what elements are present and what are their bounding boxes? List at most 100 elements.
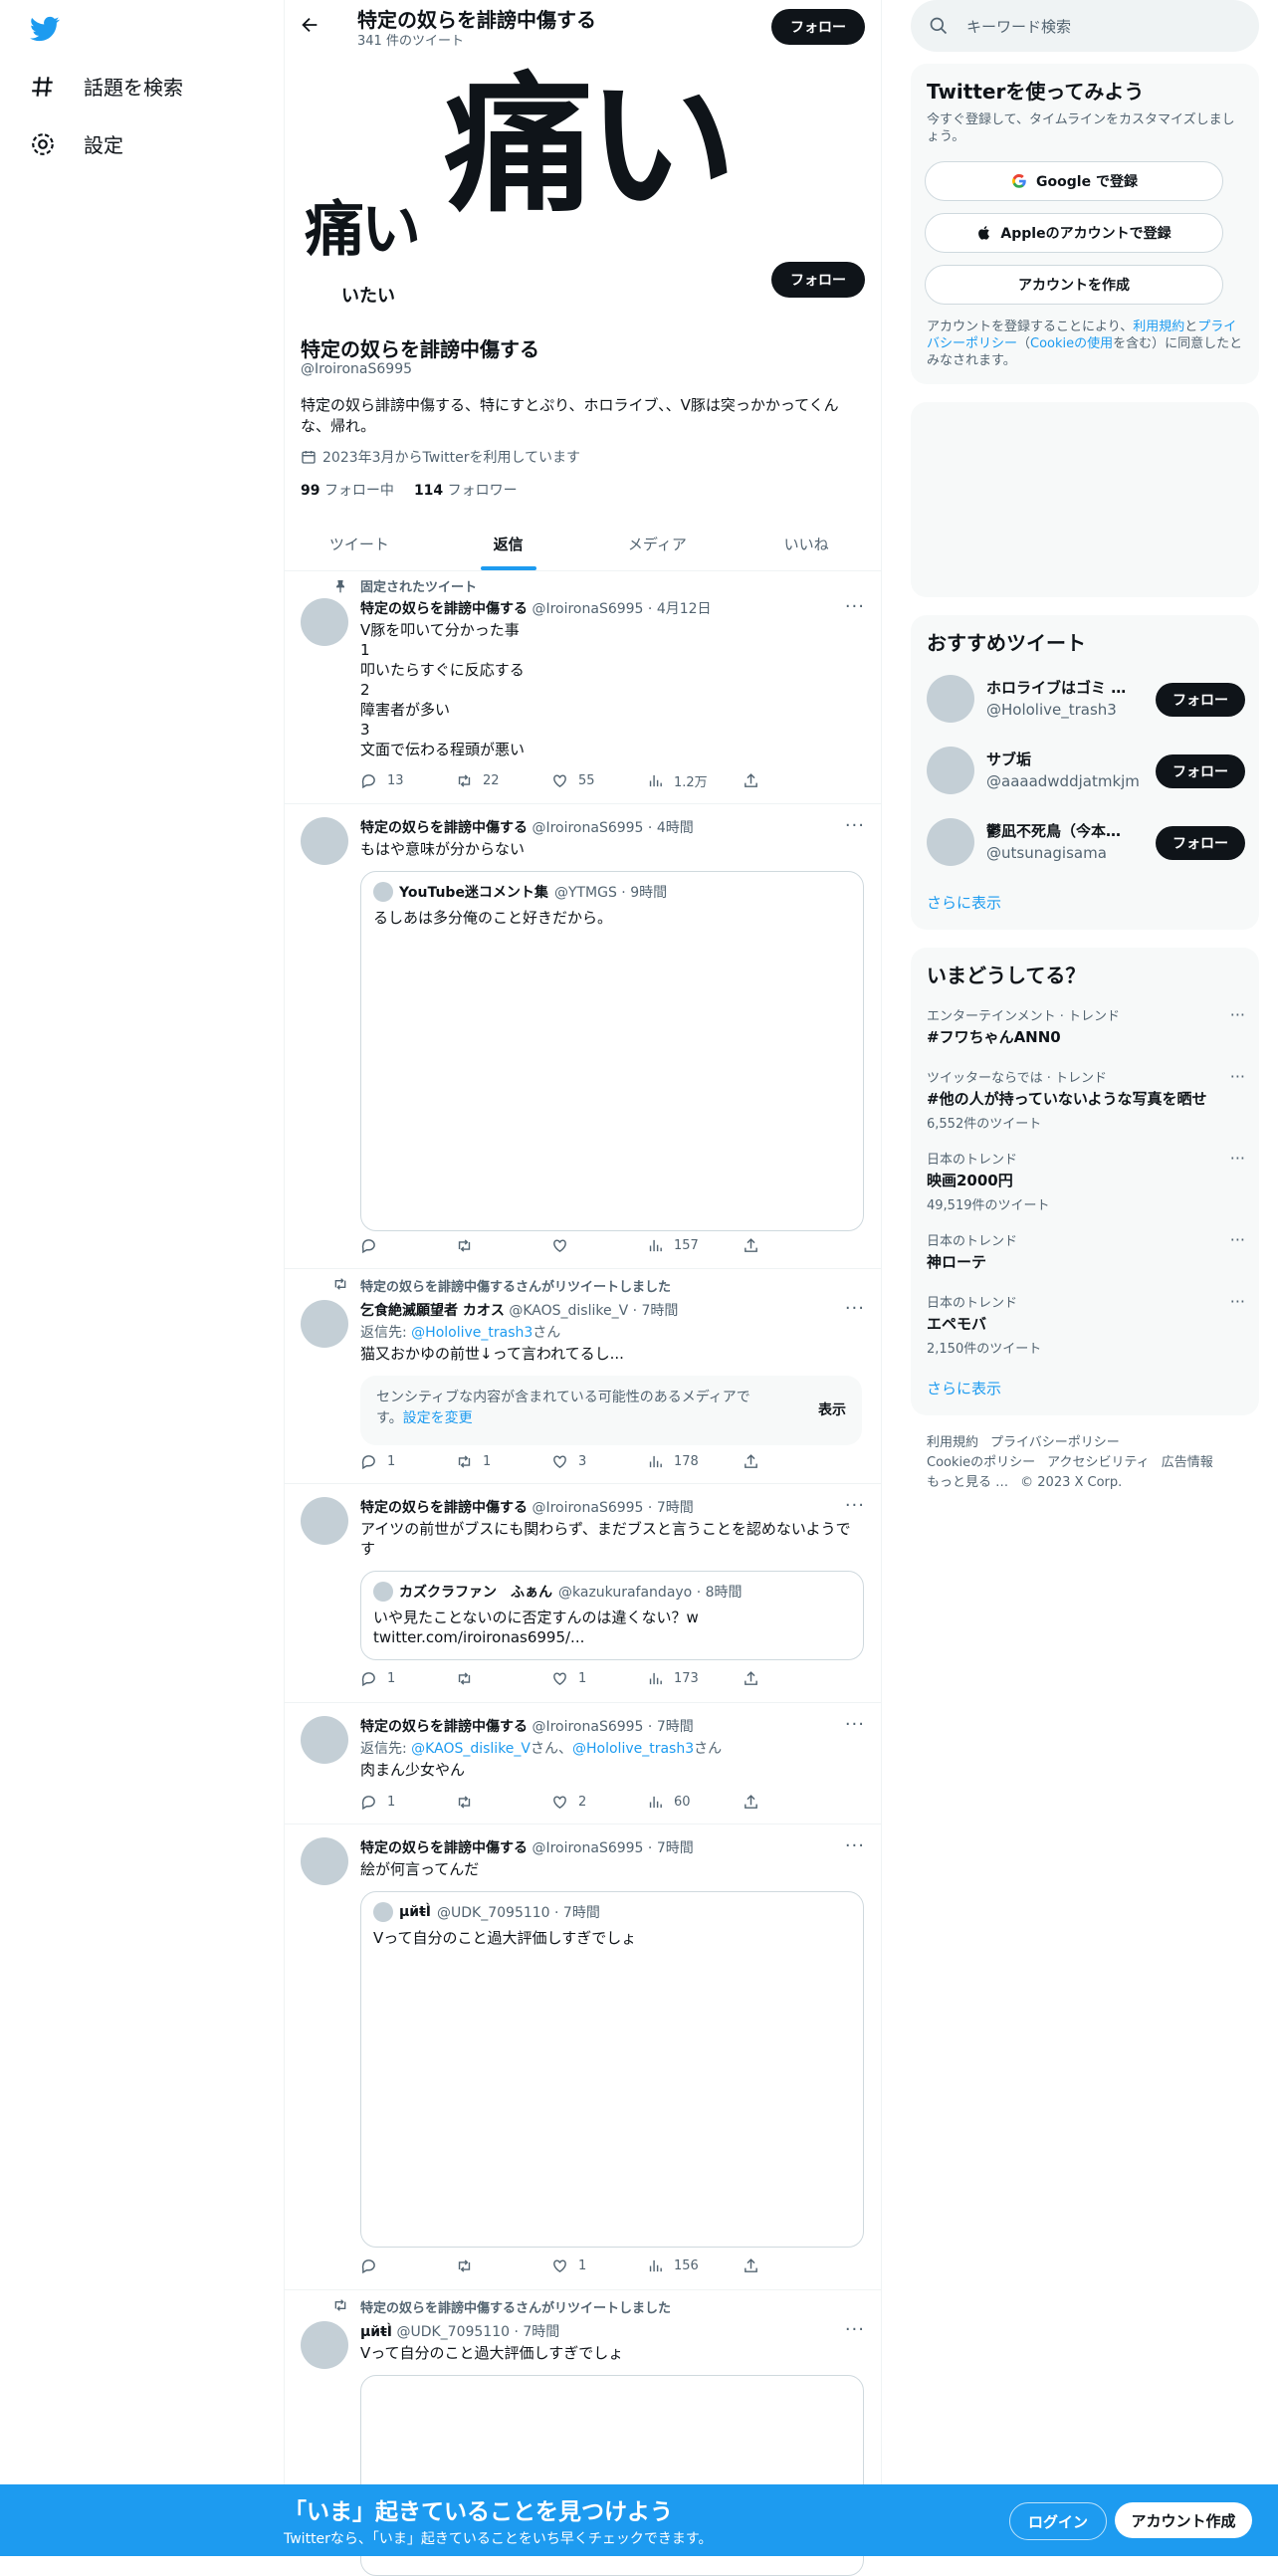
search-box[interactable]: キーワード検索: [911, 0, 1259, 52]
more-icon[interactable]: ···: [845, 596, 865, 617]
tab-likes[interactable]: いいね: [732, 518, 881, 570]
header-follow-button[interactable]: フォロー: [771, 9, 865, 45]
follow-button[interactable]: フォロー: [1156, 826, 1245, 860]
apple-signup-button[interactable]: Appleのアカウントで登録: [925, 213, 1223, 253]
more-icon[interactable]: ···: [845, 1495, 865, 1516]
tweet[interactable]: 特定の奴らを誹謗中傷する @IroironaS6995 · 7時間 ··· アイ…: [285, 1483, 881, 1703]
retweet-context[interactable]: 特定の奴らを誹謗中傷するさんがリツイートしました: [360, 1276, 671, 1295]
tweet-author[interactable]: 特定の奴らを誹謗中傷する: [360, 601, 528, 617]
show-media-button[interactable]: 表示: [818, 1399, 846, 1419]
like-button[interactable]: 1: [551, 2257, 647, 2274]
reply-button[interactable]: 1: [360, 1670, 456, 1687]
tweet[interactable]: 固定されたツイート 特定の奴らを誹謗中傷する @IroironaS6995 · …: [285, 570, 881, 804]
footer-ads[interactable]: 広告情報: [1162, 1455, 1213, 1470]
trend-item[interactable]: 日本のトレンド エペモバ 2,150件のツイート ···: [927, 1292, 1245, 1357]
share-button[interactable]: [743, 1794, 772, 1811]
share-button[interactable]: [743, 1453, 772, 1470]
tweet[interactable]: 特定の奴らを誹謗中傷する @IroironaS6995 · 7時間 ··· 返信…: [285, 1702, 881, 1825]
more-icon[interactable]: ···: [845, 815, 865, 836]
more-icon[interactable]: ···: [845, 1835, 865, 1856]
like-button[interactable]: 1: [551, 1670, 647, 1687]
profile-follow-button[interactable]: フォロー: [771, 262, 865, 298]
more-icon[interactable]: ···: [1230, 1230, 1245, 1249]
reply-button[interactable]: [360, 2257, 456, 2274]
followers-link[interactable]: 114 フォロワー: [414, 480, 518, 500]
avatar[interactable]: [301, 1497, 348, 1545]
share-button[interactable]: [743, 2257, 772, 2274]
trend-item[interactable]: 日本のトレンド 映画2000円 49,519件のツイート ···: [927, 1149, 1245, 1213]
recommended-user[interactable]: ホロライブはゴミ 3rd @Hololive_trash3 フォロー: [927, 671, 1245, 727]
show-more-link[interactable]: さらに表示: [927, 1378, 1001, 1398]
avatar[interactable]: [927, 675, 974, 723]
signup-button[interactable]: アカウント作成: [1115, 2502, 1252, 2538]
more-icon[interactable]: ···: [845, 2319, 865, 2340]
reply-button[interactable]: 13: [360, 771, 456, 790]
more-icon[interactable]: ···: [1230, 1149, 1245, 1168]
nav-settings[interactable]: 設定: [30, 129, 123, 158]
nav-explore[interactable]: 話題を検索: [30, 72, 183, 101]
retweet-context[interactable]: 特定の奴らを誹謗中傷するさんがリツイートしました: [360, 2297, 671, 2316]
avatar[interactable]: [301, 1716, 348, 1764]
footer-terms[interactable]: 利用規約: [927, 1435, 978, 1450]
tweet-author[interactable]: 特定の奴らを誹謗中傷する: [360, 1719, 528, 1735]
avatar[interactable]: [301, 2321, 348, 2369]
follow-button[interactable]: フォロー: [1156, 754, 1245, 788]
retweet-button[interactable]: [456, 1237, 551, 1254]
quoted-tweet[interactable]: YouTube迷コメント集 @YTMGS · 9時間 るしあは多分俺のこと好きだか…: [360, 871, 864, 1231]
avatar[interactable]: [301, 1300, 348, 1348]
retweet-button[interactable]: 22: [456, 771, 551, 790]
retweet-button[interactable]: 1: [456, 1453, 551, 1470]
google-signup-button[interactable]: Google で登録: [925, 161, 1223, 201]
views-button[interactable]: 157: [647, 1237, 743, 1254]
views-button[interactable]: 156: [647, 2257, 743, 2274]
tweet-author[interactable]: μйŧÌ: [360, 2324, 392, 2340]
trend-item[interactable]: ツイッターならでは · トレンド #他の人が持っていないような写真を晒せ 6,5…: [927, 1067, 1245, 1132]
like-button[interactable]: [551, 1237, 647, 1254]
tab-replies[interactable]: 返信: [434, 518, 583, 570]
footer-privacy[interactable]: プライバシーポリシー: [990, 1435, 1120, 1450]
more-icon[interactable]: ···: [1230, 1292, 1245, 1311]
share-button[interactable]: [743, 771, 772, 790]
like-button[interactable]: 3: [551, 1453, 647, 1470]
more-icon[interactable]: ···: [1230, 1005, 1245, 1024]
back-arrow-icon[interactable]: [299, 14, 320, 36]
avatar[interactable]: [301, 1837, 348, 1885]
tab-media[interactable]: メディア: [583, 518, 733, 570]
twitter-logo-icon[interactable]: [28, 14, 62, 44]
avatar[interactable]: [927, 818, 974, 866]
quoted-tweet[interactable]: カズクラファン ふぁん @kazukurafandayo · 8時間 いや見たこと…: [360, 1571, 864, 1660]
retweet-button[interactable]: [456, 2257, 551, 2274]
reply-button[interactable]: 1: [360, 1453, 456, 1470]
terms-link[interactable]: 利用規約: [1133, 320, 1184, 334]
like-button[interactable]: 55: [551, 771, 647, 790]
retweet-button[interactable]: [456, 1794, 551, 1811]
follow-button[interactable]: フォロー: [1156, 683, 1245, 717]
following-link[interactable]: 99 フォロー中: [301, 480, 394, 500]
reply-button[interactable]: 1: [360, 1794, 456, 1811]
avatar[interactable]: [301, 817, 348, 865]
reply-to-handle[interactable]: @KAOS_dislike_V: [411, 1741, 531, 1757]
views-button[interactable]: 60: [647, 1794, 743, 1811]
login-button[interactable]: ログイン: [1009, 2502, 1107, 2540]
quoted-tweet[interactable]: μйŧÌ @UDK_7095110 · 7時間 Vって自分のこと過大評価しすぎでし…: [360, 1891, 864, 2248]
tweet-author[interactable]: 乞食絶滅願望者 カオス: [360, 1303, 505, 1319]
share-button[interactable]: [743, 1237, 772, 1254]
tweet[interactable]: 特定の奴らを誹謗中傷するさんがリツイートしました 乞食絶滅願望者 カオス @KA…: [285, 1268, 881, 1484]
more-icon[interactable]: ···: [845, 1298, 865, 1319]
tab-tweets[interactable]: ツイート: [285, 518, 434, 570]
footer-more[interactable]: もっと見る …: [927, 1475, 1008, 1490]
footer-accessibility[interactable]: アクセシビリティ: [1047, 1455, 1150, 1470]
cookie-link[interactable]: Cookieの使用: [1030, 336, 1113, 351]
views-button[interactable]: 178: [647, 1453, 743, 1470]
views-button[interactable]: 1.2万: [647, 771, 743, 790]
recommended-user[interactable]: サブ垢 @aaaadwddjatmkjm フォロー: [927, 743, 1245, 798]
views-button[interactable]: 173: [647, 1670, 743, 1687]
create-account-button[interactable]: アカウントを作成: [925, 265, 1223, 305]
trend-item[interactable]: エンターテインメント · トレンド #フワちゃんANN0 ···: [927, 1005, 1245, 1047]
recommended-user[interactable]: 鬱凪不死鳥（今本垢... @utsunagisama フォロー: [927, 814, 1245, 870]
trend-item[interactable]: 日本のトレンド 神ローテ ···: [927, 1230, 1245, 1272]
show-more-link[interactable]: さらに表示: [927, 892, 1001, 913]
tweet-author[interactable]: 特定の奴らを誹謗中傷する: [360, 1500, 528, 1516]
retweet-button[interactable]: [456, 1670, 551, 1687]
tweet[interactable]: 特定の奴らを誹謗中傷する @IroironaS6995 · 7時間 ··· 絵が…: [285, 1824, 881, 2290]
